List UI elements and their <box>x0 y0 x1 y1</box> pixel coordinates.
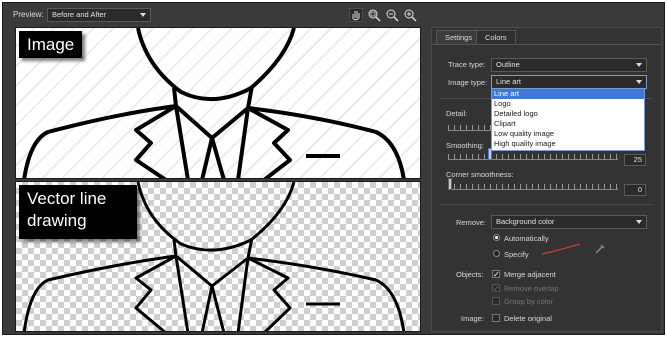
tab-colors[interactable]: Colors <box>476 30 516 44</box>
smoothing-value-field[interactable]: 25 <box>624 154 646 166</box>
objects-label: Objects: <box>456 270 484 279</box>
specify-radio[interactable] <box>493 250 500 257</box>
preview-label: Preview: <box>13 10 44 19</box>
vector-trace-preview[interactable]: Vector line drawing <box>15 181 421 332</box>
specify-label: Specify <box>504 250 529 259</box>
corner-smoothness-label: Corner smoothness: <box>446 170 514 179</box>
tab-settings[interactable]: Settings <box>436 30 482 44</box>
corner-slider-thumb[interactable] <box>448 178 452 190</box>
vector-caption: Vector line drawing <box>19 185 137 239</box>
original-image-preview[interactable]: Image <box>15 27 421 179</box>
chevron-down-icon <box>140 13 146 17</box>
zoom-in-icon[interactable] <box>403 8 417 22</box>
section-divider <box>440 204 653 205</box>
remove-overlap-label: Remove overlap <box>504 284 559 293</box>
option-low-quality-image[interactable]: Low quality image <box>492 129 644 139</box>
image-type-dropdown-list: Line art Logo Detailed logo Clipart Low … <box>491 88 645 151</box>
preview-toolbar: Preview: Before and After <box>3 3 427 25</box>
detail-label: Detail: <box>446 109 468 118</box>
trace-type-select[interactable]: Outline <box>491 58 647 72</box>
chevron-down-icon <box>636 63 642 67</box>
vector-caption-line2: drawing <box>27 211 87 230</box>
group-by-color-label: Group by color <box>504 297 554 306</box>
group-by-color-checkbox[interactable] <box>492 297 500 305</box>
option-logo[interactable]: Logo <box>492 99 644 109</box>
smoothing-label: Smoothing: <box>446 141 484 150</box>
chevron-down-icon <box>636 220 642 224</box>
smoothing-slider[interactable] <box>448 148 618 160</box>
corner-value-field[interactable]: 0 <box>624 184 646 196</box>
trace-type-value: Outline <box>496 60 520 69</box>
image-type-select[interactable]: Line art <box>491 75 647 89</box>
zoom-out-icon[interactable] <box>385 8 399 22</box>
option-detailed-logo[interactable]: Detailed logo <box>492 109 644 119</box>
merge-adjacent-label: Merge adjacent <box>504 270 556 279</box>
preview-mode-value: Before and After <box>52 10 107 19</box>
preview-mode-select[interactable]: Before and After <box>47 8 151 22</box>
option-clipart[interactable]: Clipart <box>492 119 644 129</box>
settings-panel: Settings Colors Trace type: Outline Imag… <box>431 27 662 332</box>
merge-adjacent-checkbox[interactable]: ✓ <box>492 270 500 279</box>
eyedropper-icon[interactable] <box>594 243 606 255</box>
hand-icon[interactable] <box>349 8 363 22</box>
option-high-quality-image[interactable]: High quality image <box>492 139 644 149</box>
option-line-art[interactable]: Line art <box>492 89 644 99</box>
delete-original-checkbox[interactable] <box>492 314 500 322</box>
image-type-value: Line art <box>496 77 522 86</box>
image-caption: Image <box>19 31 83 58</box>
zoom-fit-icon[interactable] <box>367 8 381 22</box>
corner-slider-ticks <box>448 184 618 189</box>
delete-original-label: Delete original <box>504 314 552 323</box>
remove-select[interactable]: Background color <box>491 215 647 229</box>
corner-smoothness-slider[interactable] <box>448 178 618 190</box>
trace-type-label: Trace type: <box>448 60 486 69</box>
vector-caption-line1: Vector line <box>27 189 107 208</box>
image-type-label: Image type: <box>448 78 488 87</box>
tab-divider <box>432 44 661 45</box>
remove-value: Background color <box>496 217 555 226</box>
chevron-down-icon <box>636 80 642 84</box>
color-swatch-line <box>541 243 581 255</box>
automatically-radio[interactable] <box>493 234 500 241</box>
remove-label: Remove: <box>456 218 487 227</box>
powertrace-window: Preview: Before and After Image Vector l… <box>2 2 665 335</box>
remove-overlap-checkbox[interactable]: ✓ <box>492 284 500 293</box>
image-label: Image: <box>461 314 484 323</box>
smoothing-slider-ticks <box>448 154 618 159</box>
